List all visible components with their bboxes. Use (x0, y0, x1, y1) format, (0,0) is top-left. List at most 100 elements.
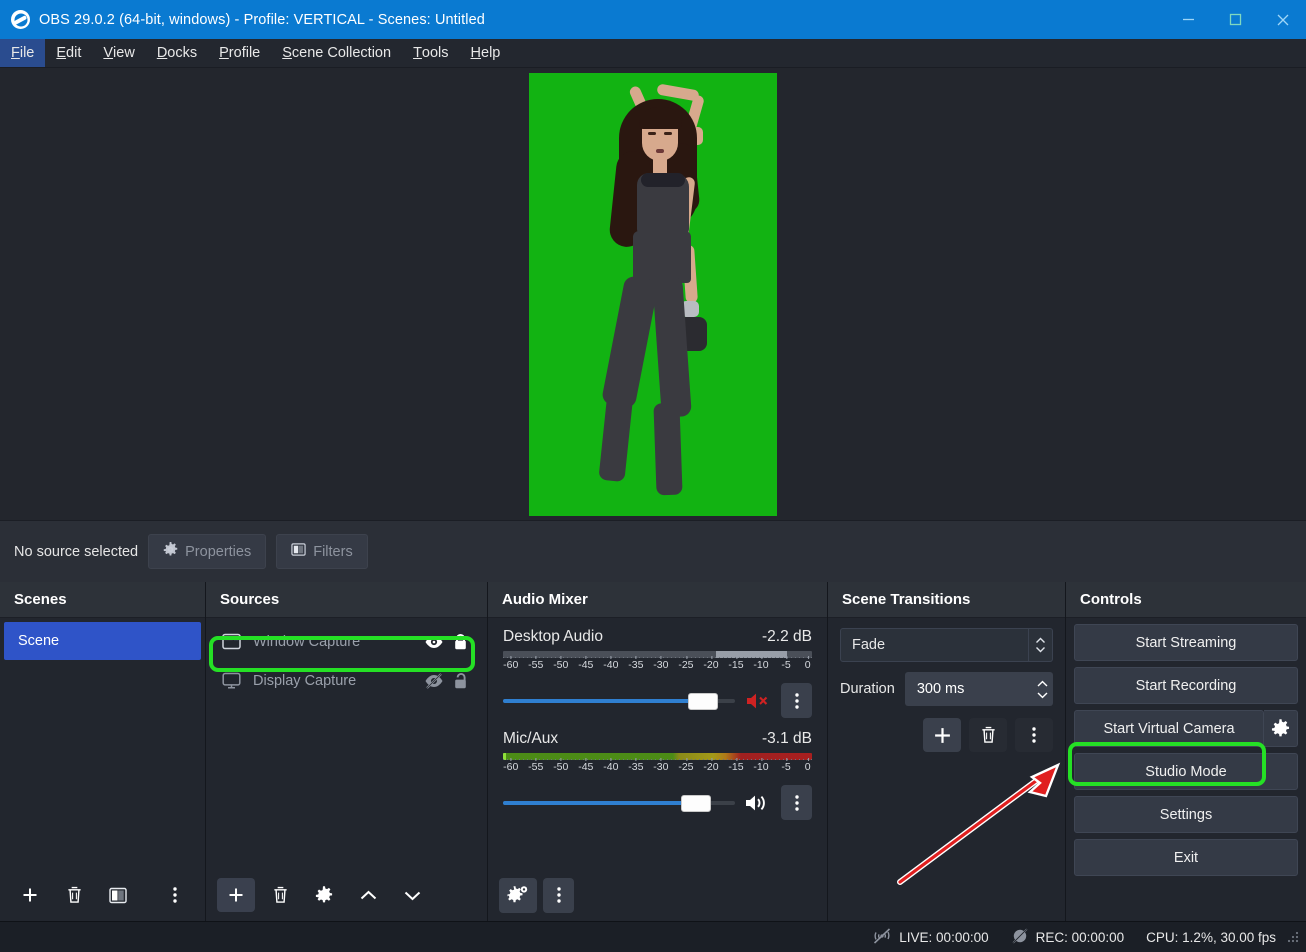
scene-filters-button[interactable] (99, 878, 137, 912)
channel-options-button[interactable] (781, 683, 812, 718)
record-inactive-icon (1011, 927, 1029, 948)
eye-icon[interactable] (421, 635, 447, 649)
studio-mode-label: Studio Mode (1145, 763, 1227, 780)
preview-canvas[interactable] (529, 72, 777, 516)
duration-stepper[interactable] (1036, 672, 1049, 706)
menu-profile[interactable]: Profile (208, 39, 271, 67)
start-virtual-camera-button[interactable]: Start Virtual Camera (1074, 710, 1264, 747)
start-recording-label: Start Recording (1135, 677, 1237, 694)
properties-label: Properties (185, 543, 252, 560)
transition-select[interactable]: Fade (840, 628, 1029, 662)
window-capture-icon (222, 633, 241, 650)
sources-list[interactable]: Window Capture Display Capture (206, 618, 487, 869)
audio-mixer-body: Desktop Audio -2.2 dB -60 -55 -50 -45 -40-… (488, 618, 827, 869)
channel-options-button[interactable] (781, 785, 812, 820)
lock-closed-icon[interactable] (447, 633, 473, 651)
channel-db-value: -3.1 dB (762, 730, 812, 747)
rec-timer-label: REC: 00:00:00 (1035, 929, 1125, 945)
menu-help[interactable]: Help (460, 39, 512, 67)
add-scene-button[interactable] (11, 878, 49, 912)
menu-view[interactable]: View (92, 39, 145, 67)
remove-scene-button[interactable] (55, 878, 93, 912)
menu-docks[interactable]: Docks (146, 39, 208, 67)
updown-chevrons-icon[interactable] (1029, 628, 1053, 662)
source-item-label: Display Capture (253, 672, 357, 689)
volume-slider-desktop-audio[interactable] (503, 690, 735, 712)
rec-status: REC: 00:00:00 (1011, 927, 1125, 948)
exit-button[interactable]: Exit (1074, 839, 1298, 876)
lock-open-icon[interactable] (447, 672, 473, 690)
menu-scene-collection[interactable]: Scene Collection (271, 39, 402, 67)
add-source-button[interactable] (217, 878, 255, 912)
mixer-channel-desktop-audio: Desktop Audio -2.2 dB -60 -55 -50 -45 -40-… (488, 618, 827, 720)
filters-icon (291, 542, 306, 561)
duration-label: Duration (840, 681, 895, 697)
maximize-icon[interactable] (1212, 0, 1259, 39)
move-source-down-button[interactable] (393, 878, 431, 912)
scene-item-label: Scene (18, 633, 60, 649)
filters-button[interactable]: Filters (276, 534, 368, 569)
source-properties-button[interactable] (305, 878, 343, 912)
volume-slider-mic-aux[interactable] (503, 792, 735, 814)
settings-button[interactable]: Settings (1074, 796, 1298, 833)
source-item-label: Window Capture (253, 633, 361, 650)
speaker-muted-icon[interactable] (743, 691, 773, 711)
scene-transitions-body: Fade Duration 300 ms (828, 618, 1065, 869)
gear-icon[interactable] (1264, 710, 1298, 747)
menu-tools[interactable]: Tools (402, 39, 459, 67)
resize-grip-icon[interactable] (1286, 930, 1300, 944)
live-timer-label: LIVE: 00:00:00 (899, 929, 989, 945)
menu-edit[interactable]: Edit (45, 39, 92, 67)
meter-scale: -60 -55 -50 -45 -40 -35 -30 -25 -20 -15 -10 -5… (503, 758, 812, 773)
eye-slash-icon[interactable] (421, 672, 447, 689)
speaker-on-icon[interactable] (743, 793, 773, 813)
close-icon[interactable] (1259, 0, 1306, 39)
advanced-audio-properties-button[interactable] (499, 877, 537, 913)
minimize-icon[interactable] (1165, 0, 1212, 39)
add-transition-button[interactable] (923, 718, 961, 752)
properties-button[interactable]: Properties (148, 534, 267, 569)
duration-input[interactable]: 300 ms (904, 672, 1053, 706)
menu-file[interactable]: File (0, 39, 46, 67)
mixer-toolbar (488, 869, 827, 921)
studio-mode-button[interactable]: Studio Mode (1074, 753, 1298, 790)
transitions-foot (828, 869, 1065, 921)
window-title: OBS 29.0.2 (64-bit, windows) - Profile: … (39, 11, 485, 28)
window-controls (1165, 0, 1306, 39)
stream-inactive-icon (872, 927, 892, 948)
source-list-item-display-capture[interactable]: Display Capture (206, 661, 487, 700)
scenes-toolbar (0, 869, 205, 921)
channel-db-value: -2.2 dB (762, 628, 812, 645)
channel-name: Mic/Aux (503, 730, 559, 747)
controls-body: Start Streaming Start Recording Start Vi… (1066, 618, 1306, 921)
window-titlebar: OBS 29.0.2 (64-bit, windows) - Profile: … (0, 0, 1306, 39)
settings-label: Settings (1159, 806, 1213, 823)
source-list-item-window-capture[interactable]: Window Capture (206, 622, 487, 661)
start-recording-button[interactable]: Start Recording (1074, 667, 1298, 704)
mixer-options-button[interactable] (543, 877, 574, 913)
source-action-bar: No source selected Properties Filters (0, 520, 1306, 582)
start-streaming-button[interactable]: Start Streaming (1074, 624, 1298, 661)
start-virtual-camera-label: Start Virtual Camera (1103, 720, 1235, 737)
remove-transition-button[interactable] (969, 718, 1007, 752)
remove-source-button[interactable] (261, 878, 299, 912)
scene-transitions-title: Scene Transitions (828, 582, 1065, 618)
move-source-up-button[interactable] (349, 878, 387, 912)
transition-options-button[interactable] (1015, 718, 1053, 752)
program-preview[interactable] (0, 68, 1306, 520)
scene-list-item[interactable]: Scene (4, 622, 201, 660)
preview-subject-figure (529, 73, 777, 516)
cpu-status: CPU: 1.2%, 30.00 fps (1146, 930, 1276, 945)
no-source-selected-label: No source selected (14, 543, 139, 560)
scenes-dock: Scenes Scene (0, 582, 206, 921)
filters-label: Filters (313, 543, 353, 560)
statusbar: LIVE: 00:00:00 REC: 00:00:00 CPU: 1.2%, … (0, 921, 1306, 952)
scene-options-button[interactable] (156, 878, 194, 912)
display-capture-icon (222, 672, 241, 689)
live-status: LIVE: 00:00:00 (872, 927, 989, 948)
cpu-fps-label: CPU: 1.2%, 30.00 fps (1146, 929, 1276, 945)
meter-scale: -60 -55 -50 -45 -40 -35 -30 -25 -20 -15 -10 -5… (503, 656, 812, 671)
sources-dock: Sources Window Capture Display Capture (206, 582, 488, 921)
scenes-list[interactable]: Scene (0, 618, 205, 869)
scene-transitions-dock: Scene Transitions Fade Duration 300 ms (828, 582, 1066, 921)
